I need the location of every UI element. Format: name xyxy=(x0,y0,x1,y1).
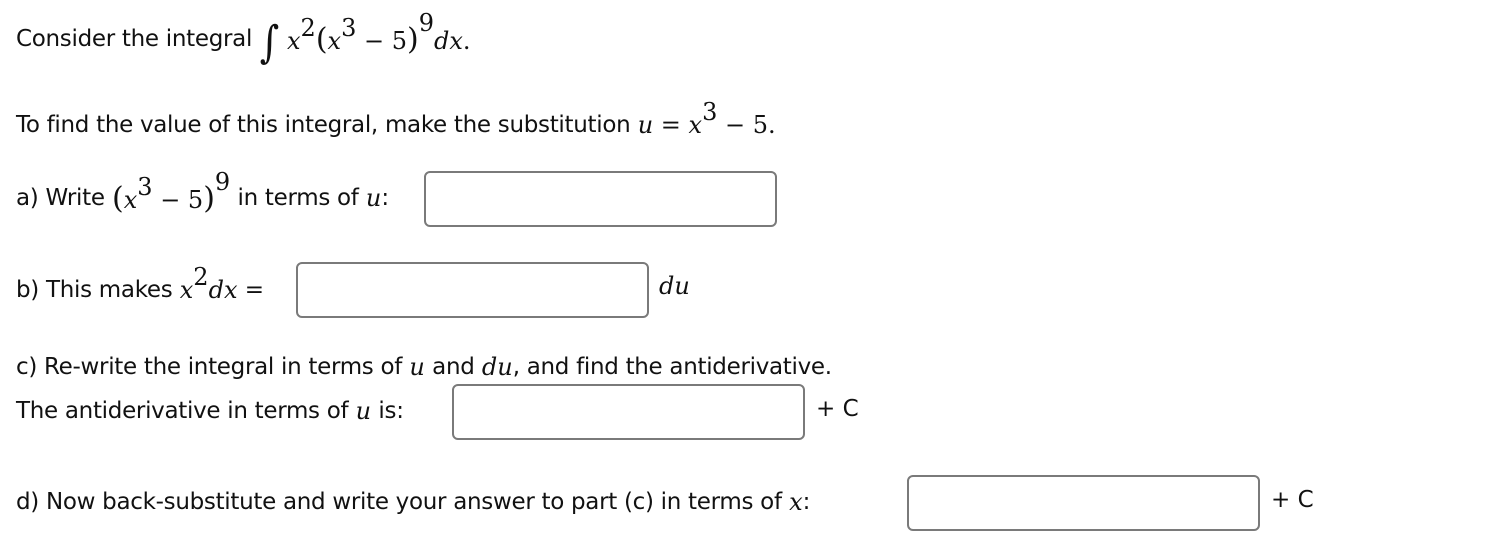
part-b-du-label: du xyxy=(659,272,690,300)
integral-sign-icon: ∫ xyxy=(259,16,280,68)
substitution-line: To find the value of this integral, make… xyxy=(16,98,776,142)
part-a-answer-input[interactable] xyxy=(424,171,777,227)
part-b-label: b) This makes x2dx = xyxy=(16,263,264,310)
part-c-answer-input[interactable] xyxy=(452,384,805,440)
part-b-equals: = xyxy=(244,277,264,303)
part-c-line1-prefix: c) Re-write the integral in terms of xyxy=(16,354,403,380)
substitution-expression: u = x3 − 5. xyxy=(637,98,776,139)
part-d-label: d) Now back-substitute and write your an… xyxy=(16,488,811,516)
part-c-line1-suffix: , and find the antiderivative. xyxy=(512,354,832,380)
intro-integral-expression: x2(x3 − 5)9dx. xyxy=(286,8,471,57)
part-b-prefix: b) This makes xyxy=(16,277,173,303)
part-d-prefix: d) Now back-substitute and write your an… xyxy=(16,489,782,515)
intro-line: Consider the integral ∫ x2(x3 − 5)9dx. xyxy=(16,8,471,68)
substitution-text: To find the value of this integral, make… xyxy=(16,112,631,138)
part-c-label: The antiderivative in terms of u is: xyxy=(16,397,404,425)
intro-text: Consider the integral xyxy=(16,26,253,52)
part-b-expression: x2dx xyxy=(179,263,238,304)
part-a-variable: u xyxy=(365,184,382,212)
part-c-plus-c: + C xyxy=(816,396,859,422)
part-a-suffix: in terms of xyxy=(237,185,359,211)
part-d-plus-c: + C xyxy=(1271,487,1314,513)
part-d-answer-input[interactable] xyxy=(907,475,1260,531)
part-c-line2-prefix: The antiderivative in terms of xyxy=(16,398,349,424)
part-a-expression: (x3 − 5)9 xyxy=(112,167,231,216)
part-b-answer-input[interactable] xyxy=(296,262,649,318)
part-a-prefix: a) Write xyxy=(16,185,105,211)
part-a-label: a) Write (x3 − 5)9 in terms of u: xyxy=(16,167,389,216)
part-c-instruction: c) Re-write the integral in terms of u a… xyxy=(16,353,832,381)
